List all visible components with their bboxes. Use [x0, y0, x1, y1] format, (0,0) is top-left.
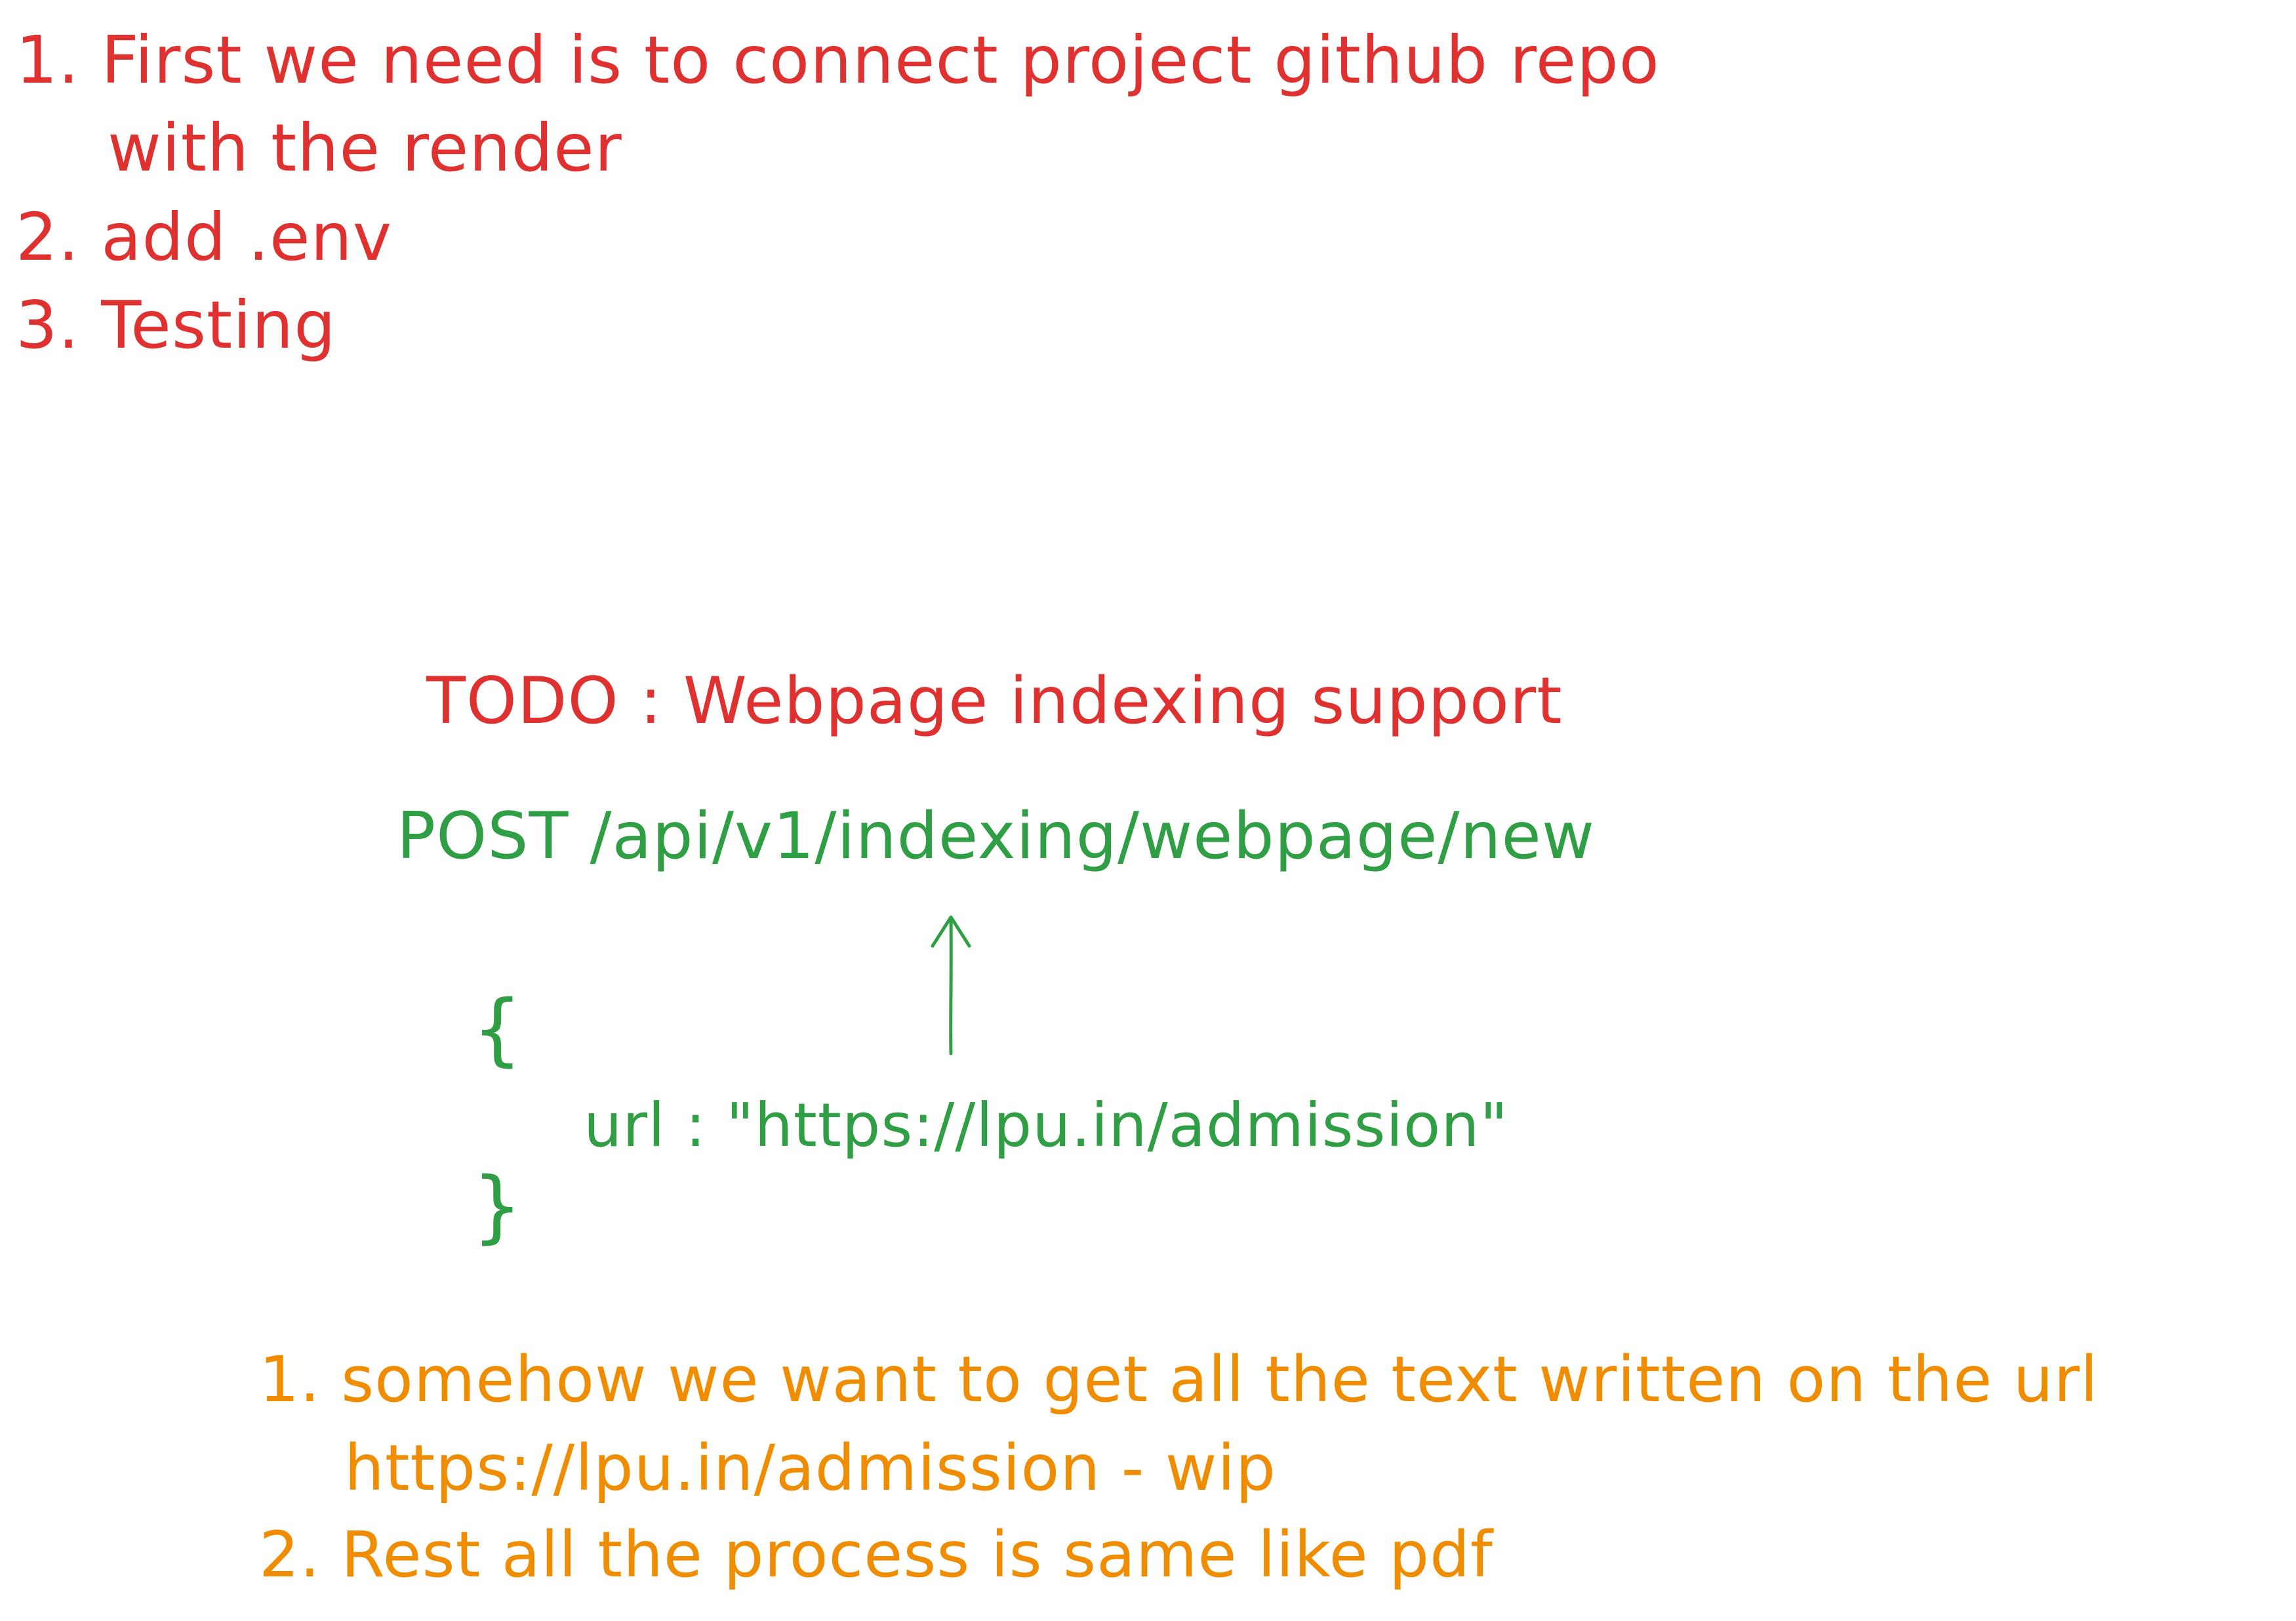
setup-step-3-text: 3. Testing — [16, 287, 336, 363]
arrow-shaft — [949, 916, 953, 1056]
setup-step-1-continuation-text: with the render — [108, 110, 622, 186]
json-open-brace: { — [472, 984, 523, 1075]
note-2-text: 2. Rest all the process is same like pdf — [259, 1518, 1493, 1591]
setup-step-1-text: 1. First we need is to connect project g… — [16, 22, 1660, 98]
api-endpoint-text: POST /api/v1/indexing/webpage/new — [397, 799, 1596, 874]
note-1-text: 1. somehow we want to get all the text w… — [259, 1343, 2099, 1416]
note-1-continuation-text: https://lpu.in/admission - wip — [344, 1431, 1276, 1505]
todo-heading: TODO : Webpage indexing support — [426, 664, 1563, 739]
json-close-brace: } — [472, 1161, 523, 1252]
json-url-field-text: url : "https://lpu.in/admission" — [584, 1090, 1508, 1160]
arrow-up-icon — [931, 915, 971, 1056]
whiteboard-canvas: 1. First we need is to connect project g… — [0, 0, 2296, 1621]
setup-step-2-text: 2. add .env — [16, 199, 393, 276]
